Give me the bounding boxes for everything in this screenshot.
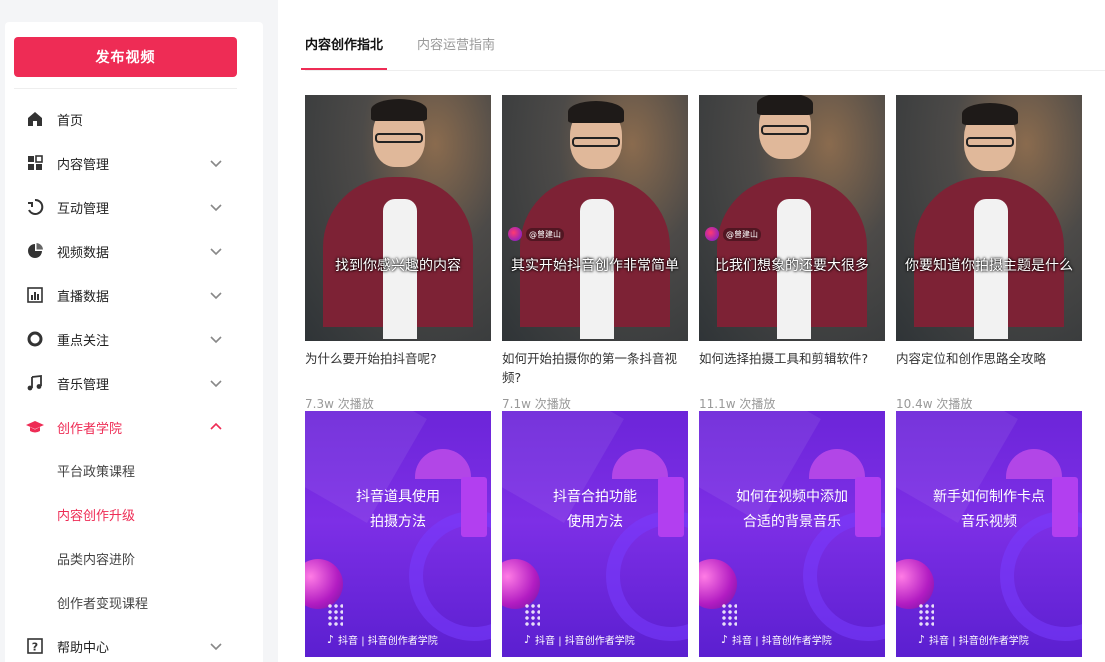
- sidebar-item-label: 互动管理: [57, 201, 110, 217]
- course-title: 如何在视频中添加 合适的背景音乐: [736, 489, 848, 530]
- sidebar-subitem-monetization[interactable]: 创作者变现课程: [57, 590, 148, 614]
- sidebar-item-label: 视频数据: [57, 245, 110, 261]
- sidebar-item-key-focus[interactable]: 重点关注: [5, 319, 263, 359]
- sidebar-subitem-category-advanced[interactable]: 品类内容进阶: [57, 546, 135, 570]
- tiktok-note-icon: ♪: [918, 633, 926, 646]
- help-icon: ?: [25, 636, 45, 656]
- douyin-logo-icon: [705, 227, 719, 241]
- sidebar-item-help-center[interactable]: ? 帮助中心: [5, 626, 263, 662]
- tiktok-note-icon: ♪: [721, 633, 729, 646]
- sidebar-item-label: 帮助中心: [57, 640, 110, 656]
- home-icon: [25, 109, 45, 129]
- sidebar-item-video-data[interactable]: 视频数据: [5, 231, 263, 271]
- tab-bar: 内容创作指北 内容运营指南: [300, 34, 529, 72]
- sidebar-item-label: 音乐管理: [57, 377, 110, 393]
- music-note-icon: [25, 373, 45, 393]
- video-caption: 其实开始抖音创作非常简单: [511, 258, 679, 274]
- tiktok-note-icon: ♪: [524, 633, 532, 646]
- video-title[interactable]: 内容定位和创作思路全攻略: [896, 349, 1082, 368]
- creator-watermark: @曾建山: [508, 227, 564, 241]
- academy-footer: ♪ 抖音 | 抖音创作者学院: [327, 633, 438, 647]
- creator-watermark: @曾建山: [705, 227, 761, 241]
- sphere-decoration: [896, 559, 934, 609]
- play-count: 7.3w 次播放: [305, 397, 374, 411]
- video-thumbnail[interactable]: @曾建山 其实开始抖音创作非常简单: [502, 95, 688, 341]
- sphere-decoration: [502, 559, 540, 609]
- play-count: 11.1w 次播放: [699, 397, 776, 411]
- divider: [14, 88, 237, 89]
- chevron-down-icon: [210, 336, 222, 344]
- chevron-down-icon: [210, 160, 222, 168]
- academy-footer: ♪ 抖音 | 抖音创作者学院: [721, 633, 832, 647]
- interaction-icon: [25, 197, 45, 217]
- tiktok-note-icon: ♪: [327, 633, 335, 646]
- chevron-down-icon: [210, 643, 222, 651]
- sidebar-panel: 发布视频 首页 内容管理 互动管理 视频数据 直播数据 重点关注 音乐管理 创作…: [5, 22, 263, 662]
- sidebar-item-creator-academy[interactable]: 创作者学院: [5, 407, 263, 447]
- sidebar-item-label: 创作者学院: [57, 421, 123, 437]
- chevron-down-icon: [210, 204, 222, 212]
- chevron-down-icon: [210, 248, 222, 256]
- svg-text:?: ?: [32, 641, 38, 654]
- academy-footer: ♪ 抖音 | 抖音创作者学院: [524, 633, 635, 647]
- sidebar-item-music-management[interactable]: 音乐管理: [5, 363, 263, 403]
- video-caption: 比我们想象的还要大很多: [715, 258, 869, 274]
- sidebar-item-home[interactable]: 首页: [5, 99, 263, 139]
- chevron-down-icon: [210, 380, 222, 388]
- sidebar-item-label: 首页: [57, 113, 84, 129]
- grid-icon: [25, 153, 45, 173]
- sidebar-item-live-data[interactable]: 直播数据: [5, 275, 263, 315]
- video-caption: 你要知道你拍摄主题是什么: [905, 258, 1073, 274]
- video-thumbnail[interactable]: @曾建山 比我们想象的还要大很多: [699, 95, 885, 341]
- video-thumbnail[interactable]: 你要知道你拍摄主题是什么: [896, 95, 1082, 341]
- pie-chart-icon: [25, 241, 45, 261]
- course-title: 抖音道具使用 拍摄方法: [356, 489, 440, 530]
- play-count: 10.4w 次播放: [896, 397, 973, 411]
- tab-content-operation-guide[interactable]: 内容运营指南: [417, 34, 495, 70]
- sidebar-subitem-platform-policy[interactable]: 平台政策课程: [57, 458, 135, 482]
- sidebar-item-label: 直播数据: [57, 289, 110, 305]
- course-title: 抖音合拍功能 使用方法: [553, 489, 637, 530]
- video-title[interactable]: 如何选择拍摄工具和剪辑软件?: [699, 349, 885, 368]
- tab-divider: [305, 70, 1105, 71]
- sidebar-item-interaction-management[interactable]: 互动管理: [5, 187, 263, 227]
- course-card[interactable]: 抖音道具使用 拍摄方法 ♪ 抖音 | 抖音创作者学院: [305, 411, 491, 657]
- chevron-up-icon: [210, 422, 222, 430]
- video-title[interactable]: 为什么要开始拍抖音呢?: [305, 349, 491, 368]
- course-title: 新手如何制作卡点 音乐视频: [933, 489, 1045, 530]
- course-card[interactable]: 抖音合拍功能 使用方法 ♪ 抖音 | 抖音创作者学院: [502, 411, 688, 657]
- video-title[interactable]: 如何开始拍摄你的第一条抖音视频?: [502, 349, 688, 387]
- main-content: 内容创作指北 内容运营指南 找到你感兴趣的内容 为什么要开始拍抖音呢? 7.3w…: [278, 0, 1105, 662]
- circle-icon: [25, 329, 45, 349]
- sidebar-item-content-management[interactable]: 内容管理: [5, 143, 263, 183]
- sphere-decoration: [699, 559, 737, 609]
- video-thumbnail[interactable]: 找到你感兴趣的内容: [305, 95, 491, 341]
- chevron-down-icon: [210, 292, 222, 300]
- course-card[interactable]: 如何在视频中添加 合适的背景音乐 ♪ 抖音 | 抖音创作者学院: [699, 411, 885, 657]
- douyin-logo-icon: [508, 227, 522, 241]
- play-count: 7.1w 次播放: [502, 397, 571, 411]
- sidebar: 发布视频 首页 内容管理 互动管理 视频数据 直播数据 重点关注 音乐管理 创作…: [0, 0, 268, 662]
- video-caption: 找到你感兴趣的内容: [335, 258, 461, 274]
- sphere-decoration: [305, 559, 343, 609]
- sidebar-item-label: 重点关注: [57, 333, 110, 349]
- tab-content-creation-guide[interactable]: 内容创作指北: [300, 34, 388, 70]
- course-card[interactable]: 新手如何制作卡点 音乐视频 ♪ 抖音 | 抖音创作者学院: [896, 411, 1082, 657]
- sidebar-subitem-content-upgrade[interactable]: 内容创作升级: [57, 502, 135, 526]
- graduation-cap-icon: [25, 417, 45, 437]
- sidebar-item-label: 内容管理: [57, 157, 110, 173]
- publish-video-button[interactable]: 发布视频: [14, 37, 237, 77]
- bar-chart-icon: [25, 285, 45, 305]
- academy-footer: ♪ 抖音 | 抖音创作者学院: [918, 633, 1029, 647]
